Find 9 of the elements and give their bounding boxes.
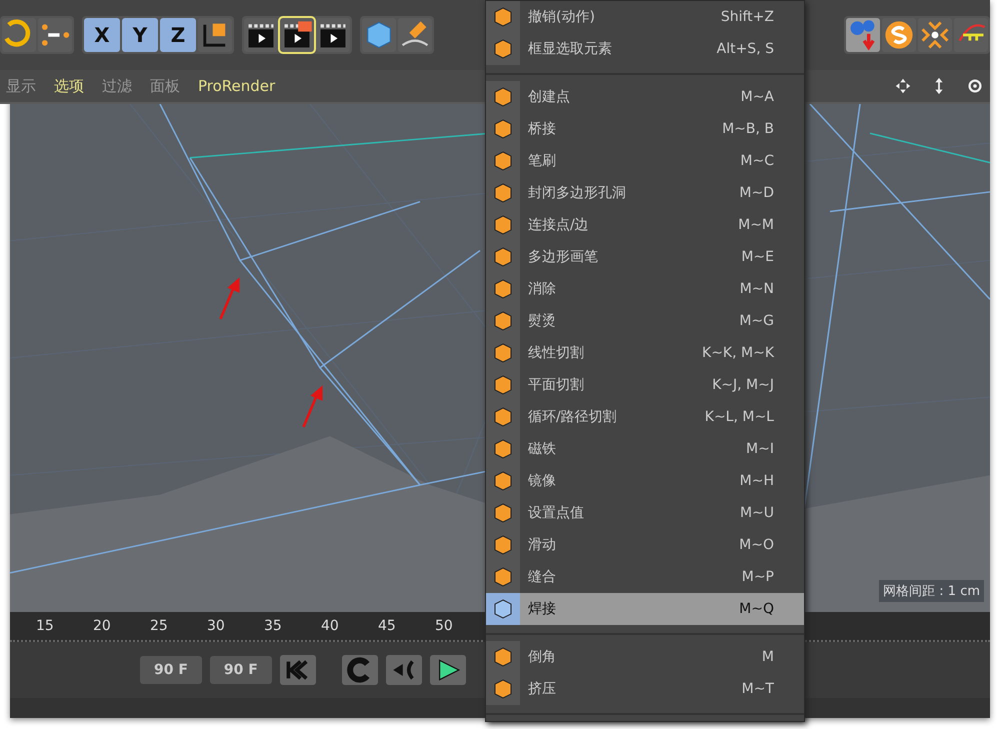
frame-number: 45 [378, 618, 397, 634]
frame-number: 30 [207, 618, 226, 634]
frame-number: 40 [321, 618, 340, 634]
frame-number: 50 [435, 618, 454, 634]
frame-number: 25 [150, 618, 169, 634]
frame-number: 20 [93, 618, 112, 634]
grid-spacing-label: 网格间距 : 1 cm [879, 580, 984, 602]
frame-number: 35 [264, 618, 283, 634]
frame-number: 15 [36, 618, 55, 634]
